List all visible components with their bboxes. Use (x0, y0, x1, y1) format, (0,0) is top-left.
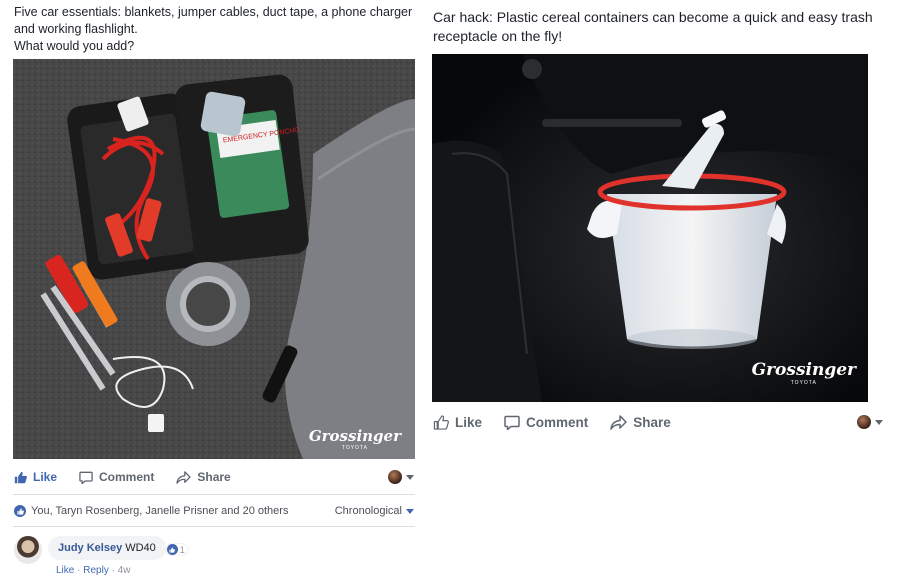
thumbs-up-icon (14, 471, 27, 483)
post-photo-trash-container[interactable]: Grossinger TOYOTA (432, 54, 868, 402)
comment-button[interactable]: Comment (79, 470, 154, 484)
comment-text: WD40 (125, 542, 156, 554)
share-label: Share (197, 470, 231, 484)
share-button[interactable]: Share (176, 470, 231, 484)
post-caption: Five car essentials: blankets, jumper ca… (14, 4, 414, 55)
reactions-text: You, Taryn Rosenberg, Janelle Prisner an… (31, 505, 289, 517)
comment-reply-link[interactable]: Reply (83, 565, 109, 576)
watermark-logo: Grossinger TOYOTA (309, 427, 401, 451)
comment-like-number: 1 (179, 544, 185, 555)
comment-meta: Like · Reply · 4w (56, 565, 131, 576)
like-label: Like (455, 414, 483, 430)
react-as-selector[interactable] (857, 415, 883, 429)
comment-like-link[interactable]: Like (56, 565, 74, 576)
comment-button[interactable]: Comment (504, 415, 588, 430)
trash-container-illustration (432, 54, 868, 402)
comment-order-dropdown[interactable]: Chronological (335, 505, 414, 517)
chevron-down-icon (406, 474, 414, 480)
share-label: Share (633, 414, 671, 430)
page-avatar (388, 470, 402, 484)
post-actions: Like Comment Share (433, 410, 893, 434)
post-caption: Car hack: Plastic cereal containers can … (433, 9, 873, 44)
meta-separator: · (77, 565, 81, 576)
chevron-down-icon (875, 419, 883, 425)
post-car-essentials: Five car essentials: blankets, jumper ca… (0, 0, 425, 581)
page-avatar (857, 415, 871, 429)
like-reaction-icon (166, 544, 178, 555)
chevron-down-icon (406, 508, 414, 514)
share-button[interactable]: Share (610, 415, 671, 430)
divider (13, 526, 415, 527)
commenter-avatar[interactable] (14, 536, 42, 564)
car-kit-illustration: EMERGENCY PONCHO (13, 59, 415, 459)
watermark-text: Grossinger (751, 360, 856, 380)
comment-label: Comment (99, 470, 155, 484)
meta-separator: · (111, 565, 115, 576)
comment-order-label: Chronological (334, 505, 402, 517)
watermark-logo: Grossinger TOYOTA (752, 360, 856, 386)
comment-bubble: Judy Kelsey WD40 1 (48, 536, 188, 560)
post-car-hack: Car hack: Plastic cereal containers can … (425, 0, 905, 581)
comment-timestamp[interactable]: 4w (118, 565, 131, 576)
caption-line-1: Five car essentials: blankets, jumper ca… (14, 5, 413, 36)
comment-author[interactable]: Judy Kelsey (58, 542, 122, 554)
post-photo-car-kit[interactable]: EMERGENCY PONCHO Grossinger TOYOTA (13, 59, 415, 459)
like-button[interactable]: Like (14, 470, 57, 484)
react-as-selector[interactable] (388, 470, 414, 484)
watermark-text: Grossinger (308, 427, 401, 445)
like-label: Like (33, 470, 58, 484)
watermark-subtext: TOYOTA (790, 380, 817, 386)
comment-label: Comment (526, 414, 589, 430)
thumbs-up-icon (433, 414, 449, 430)
like-button[interactable]: Like (433, 415, 482, 430)
like-reaction-icon (14, 505, 26, 517)
comment-icon (504, 415, 520, 430)
caption-line-2: What would you add? (14, 39, 135, 53)
comment-like-count[interactable]: 1 (165, 544, 188, 555)
share-icon (176, 470, 192, 484)
watermark-subtext: TOYOTA (341, 445, 368, 451)
comment-icon (79, 471, 93, 484)
divider (13, 494, 415, 495)
post-actions: Like Comment Share (14, 466, 414, 488)
share-icon (610, 414, 628, 430)
reactions-summary[interactable]: You, Taryn Rosenberg, Janelle Prisner an… (14, 503, 414, 519)
comment-item: Judy Kelsey WD40 1 (14, 536, 188, 564)
